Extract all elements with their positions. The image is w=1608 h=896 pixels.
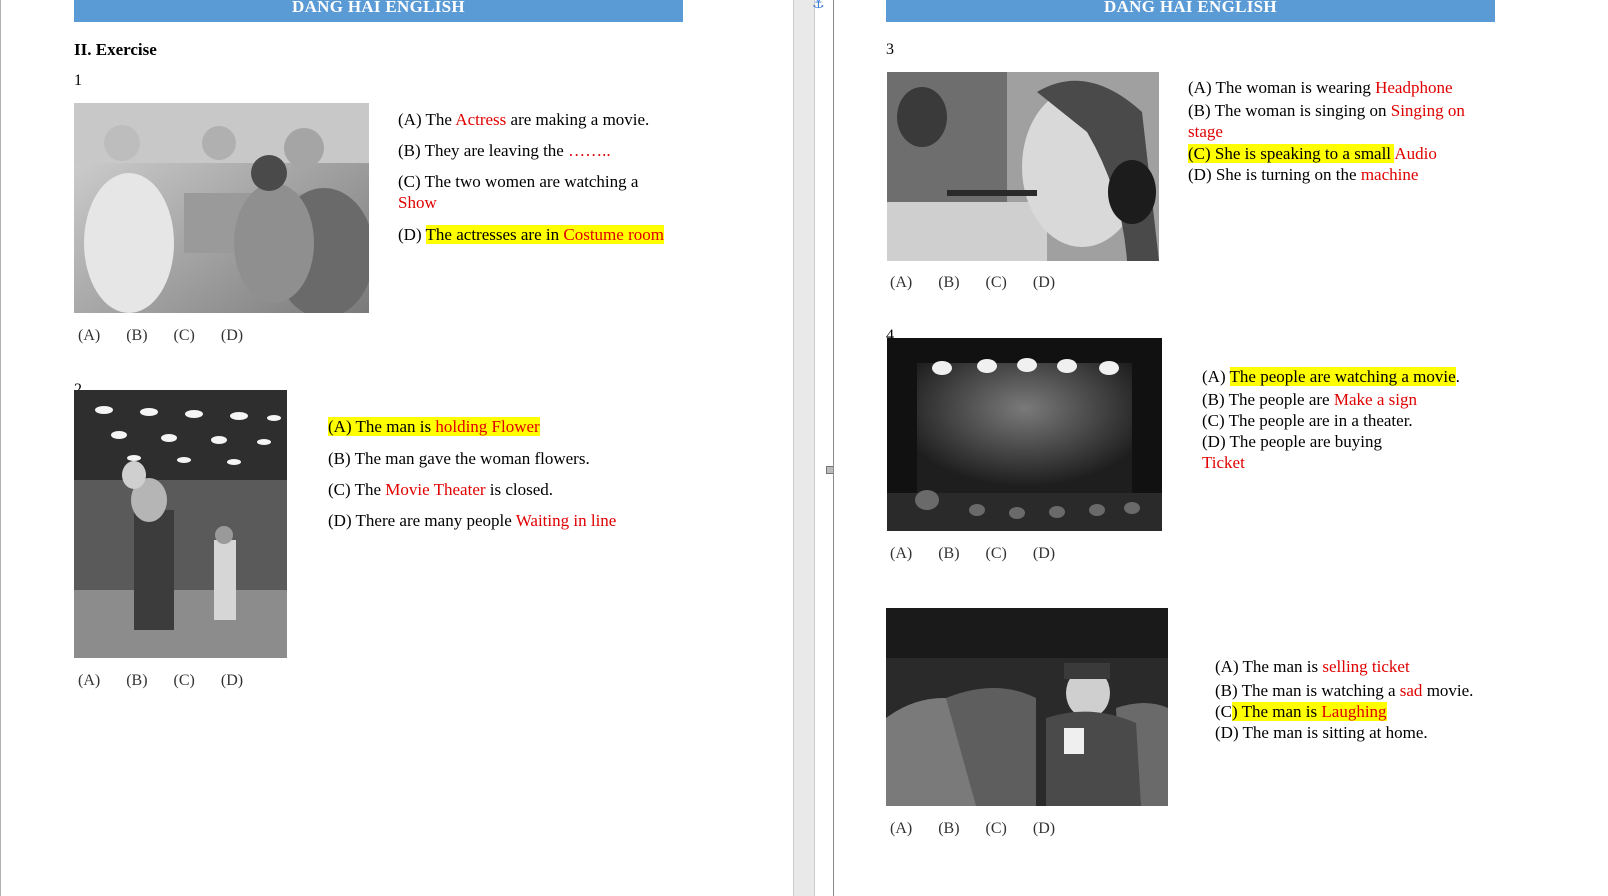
photo-man-laughing-in-cinema (886, 608, 1168, 806)
q4-option-c: (C) The people are in a theater. (1202, 411, 1413, 430)
q2-option-d: (D) There are many people Waiting in lin… (328, 511, 617, 530)
q3-option-d: (D) She is turning on the machine (1188, 165, 1419, 184)
anchor-icon[interactable]: ⚓ (812, 0, 825, 12)
header-banner: DANG HAI ENGLISH (74, 0, 683, 22)
q5-option-a: (A) The man is selling ticket (1215, 657, 1410, 676)
photo-woman-with-headphones (887, 72, 1159, 261)
q5-answer-choices: (A) (B) (C) (D) (890, 820, 1056, 837)
question-number-1: 1 (74, 72, 82, 89)
q1-option-a: (A) The Actress are making a movie. (398, 110, 650, 129)
q3-answer-choices: (A) (B) (C) (D) (890, 274, 1056, 291)
q4-option-d: (D) The people are buying Ticket (1202, 432, 1383, 472)
q3-option-b: (B) The woman is singing on Singing on st… (1188, 101, 1465, 141)
document-page-right: DANG HAI ENGLISH 3 (A) The woman is wear… (833, 0, 1608, 896)
q4-option-a: (A) The people are watching a movie. (1202, 367, 1460, 386)
q5-option-c: (C) The man is Laughing (1215, 702, 1387, 721)
q2-answer-choices: (A) (B) (C) (D) (78, 672, 244, 689)
q1-option-d: (D) The actresses are in Costume room (398, 225, 664, 244)
q1-answer-choices: (A) (B) (C) (D) (78, 327, 244, 344)
q2-option-c: (C) The Movie Theater is closed. (328, 480, 554, 499)
q3-option-a: (A) The woman is wearing Headphone (1188, 78, 1453, 97)
q5-option-b: (B) The man is watching a sad movie. (1215, 681, 1474, 700)
photo-man-with-flowers (74, 390, 287, 658)
q1-option-b: (B) They are leaving the …….. (398, 141, 611, 160)
document-page-left: DANG HAI ENGLISH II. Exercise 1 (A) The … (0, 0, 774, 896)
header-banner: DANG HAI ENGLISH (886, 0, 1495, 22)
photo-movie-theater-screen (887, 338, 1162, 531)
q2-option-b: (B) The man gave the woman flowers. (328, 449, 590, 468)
q4-option-b: (B) The people are Make a sign (1202, 390, 1417, 409)
q5-option-d: (D) The man is sitting at home. (1215, 723, 1428, 742)
q1-option-c: (C) The two women are watching a Show (398, 172, 639, 212)
section-title: II. Exercise (74, 40, 157, 59)
q4-answer-choices: (A) (B) (C) (D) (890, 545, 1056, 562)
q3-option-c: (C) She is speaking to a small Audio (1188, 144, 1437, 163)
vertical-ruler (793, 0, 815, 896)
page-gutter (773, 0, 793, 896)
question-number-3: 3 (886, 41, 894, 58)
q2-option-a: (A) The man is holding Flower (328, 417, 540, 436)
photo-actresses-dressing-room (74, 103, 369, 313)
